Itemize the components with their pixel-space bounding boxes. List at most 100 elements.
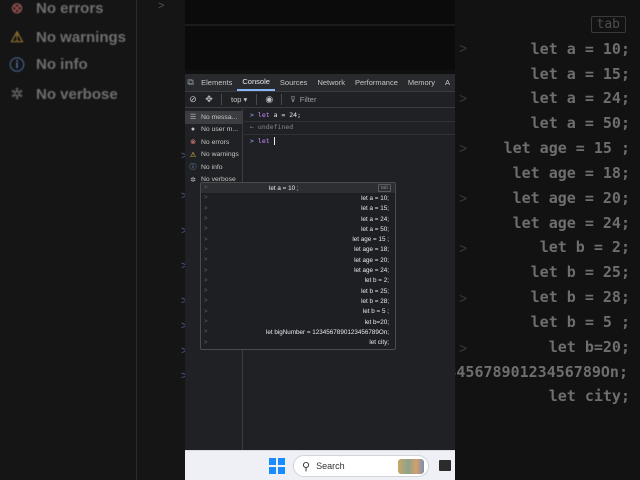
chevron-right-icon: >: [204, 277, 208, 284]
console-input[interactable]: > let: [250, 137, 275, 145]
chevron-right-icon: >: [204, 246, 208, 253]
background-chevron: >: [459, 190, 468, 206]
autocomplete-item[interactable]: > let age = 20;: [201, 255, 395, 265]
background-left-zoom: > ⊗ No errors ⚠ No warnings ⓘ No info ✲ …: [0, 0, 185, 480]
background-item-errors: ⊗ No errors: [6, 0, 104, 19]
background-line: let age = 18;: [512, 164, 630, 182]
console-divider: [244, 121, 455, 122]
background-line: let age = 24;: [512, 214, 630, 232]
filter-placeholder: Filter: [299, 95, 317, 104]
devtools-window: ⧉ Elements Console Sources Network Perfo…: [185, 74, 455, 450]
autocomplete-item[interactable]: > let b = 25;: [201, 286, 395, 296]
sidebar-item-messages[interactable]: ☰ No messa...: [185, 111, 242, 124]
autocomplete-item[interactable]: > let b = 28;: [201, 296, 395, 306]
sidebar-item-errors[interactable]: ⊗ No errors: [185, 136, 242, 149]
background-line: let age = 20;: [512, 189, 630, 207]
file-explorer-icon[interactable]: [439, 460, 451, 471]
chevron-right-icon: >: [204, 319, 208, 325]
console-toolbar: ⊘ ✥ top ▾ ◉ ⊽ Filter: [185, 92, 455, 108]
warning-icon: ⚠: [189, 151, 197, 159]
sidebar-item-warnings[interactable]: ⚠ No warnings: [185, 149, 242, 162]
background-item-warnings: ⚠ No warnings: [6, 26, 126, 48]
background-line: let city;: [548, 387, 630, 405]
background-chevron: >: [459, 340, 468, 356]
background-item-verbose: ✲ No verbose: [6, 83, 118, 105]
devtools-tabbar: ⧉ Elements Console Sources Network Perfo…: [185, 74, 455, 92]
toolbar-divider: [256, 94, 258, 105]
background-chevron: >: [459, 240, 468, 256]
chevron-right-icon: >: [204, 185, 208, 192]
autocomplete-item[interactable]: > let bigNumber = 1234567890123456789On;: [201, 327, 395, 337]
verbose-icon: ✲: [10, 86, 24, 103]
tab-memory[interactable]: Memory: [403, 74, 440, 91]
chevron-right-icon: >: [204, 236, 208, 243]
sidebar-item-info[interactable]: ⓘ No info: [185, 161, 242, 174]
taskbar-search-box[interactable]: ⚲ Search: [293, 455, 429, 477]
windows-start-icon[interactable]: [269, 458, 285, 474]
top-stripe: [185, 24, 455, 26]
main-panel: ⧉ Elements Console Sources Network Perfo…: [185, 0, 455, 480]
background-right-zoom: tab let a = 10; let a = 15; let a = 24; …: [455, 0, 640, 480]
background-line: let b = 25;: [530, 263, 630, 281]
top-gap: [185, 0, 455, 70]
background-line: let b = 28;: [530, 288, 630, 306]
autocomplete-item[interactable]: > let age = 24;: [201, 265, 395, 275]
sidebar-item-user-messages[interactable]: ● No user m...: [185, 124, 242, 137]
tab-sources[interactable]: Sources: [275, 74, 313, 91]
tab-hint-badge: tab: [378, 184, 391, 192]
prompt-chevron: >: [250, 111, 254, 119]
input-text[interactable]: let: [258, 137, 270, 145]
chevron-right-icon: >: [204, 195, 208, 202]
autocomplete-item[interactable]: > let b = 2;: [201, 276, 395, 286]
background-line: let b = 2;: [539, 238, 630, 256]
autocomplete-item[interactable]: > let city;: [201, 337, 395, 347]
text-caret: [273, 137, 275, 145]
settings-gear-icon[interactable]: ✥: [201, 94, 217, 105]
background-chevron: >: [158, 0, 165, 12]
autocomplete-item[interactable]: > let age = 18;: [201, 245, 395, 255]
context-selector[interactable]: top ▾: [226, 95, 252, 104]
device-toggle-icon[interactable]: ⧉: [185, 74, 196, 91]
autocomplete-item[interactable]: > let age = 15 ;: [201, 234, 395, 244]
chevron-right-icon: >: [204, 216, 208, 223]
autocomplete-item[interactable]: > let a = 50;: [201, 224, 395, 234]
tab-elements[interactable]: Elements: [196, 74, 237, 91]
autocomplete-dropdown[interactable]: > let a = 10 ; tab > let a = 10; > let a =…: [200, 182, 396, 350]
background-line: let a = 50;: [530, 114, 630, 132]
warning-icon: ⚠: [10, 29, 24, 46]
chevron-right-icon: >: [204, 288, 208, 295]
autocomplete-item[interactable]: > let a = 24;: [201, 214, 395, 224]
filter-input[interactable]: ⊽ Filter: [286, 95, 316, 104]
tab-console[interactable]: Console: [237, 74, 275, 91]
background-chevron: >: [459, 90, 468, 106]
autocomplete-item[interactable]: > let b = 5 ;: [201, 307, 395, 317]
autocomplete-item[interactable]: > let a = 10;: [201, 193, 395, 203]
list-icon: ☰: [189, 114, 197, 122]
tab-performance[interactable]: Performance: [350, 74, 403, 91]
chevron-right-icon: >: [204, 226, 208, 233]
background-line: let a = 10;: [530, 40, 630, 58]
clear-console-icon[interactable]: ⊘: [185, 94, 201, 105]
background-line: let b=20;: [548, 338, 630, 356]
eye-icon[interactable]: ◉: [261, 94, 277, 105]
toolbar-divider: [221, 94, 222, 105]
chevron-right-icon: >: [204, 298, 208, 305]
console-divider: [244, 134, 455, 135]
tab-network[interactable]: Network: [312, 74, 350, 91]
autocomplete-item[interactable]: > let a = 15;: [201, 204, 395, 214]
toolbar-divider: [281, 94, 283, 105]
background-chevron: >: [459, 140, 468, 156]
tab-application[interactable]: A: [440, 74, 455, 91]
autocomplete-item[interactable]: > let b=20;: [201, 317, 395, 327]
filter-icon: ⊽: [290, 95, 296, 104]
console-result: ← undefined: [250, 123, 294, 131]
chevron-right-icon: >: [204, 329, 208, 336]
background-line: let a = 15;: [530, 65, 630, 83]
autocomplete-item-selected[interactable]: > let a = 10 ; tab: [201, 183, 395, 194]
console-entry: > let a = 24;: [250, 111, 301, 119]
background-line: let b = 5 ;: [530, 313, 630, 331]
search-icon: ⚲: [302, 460, 311, 473]
background-divider: [136, 0, 137, 480]
background-tab-chip: tab: [590, 16, 626, 33]
background-line: let age = 15 ;: [503, 139, 630, 157]
